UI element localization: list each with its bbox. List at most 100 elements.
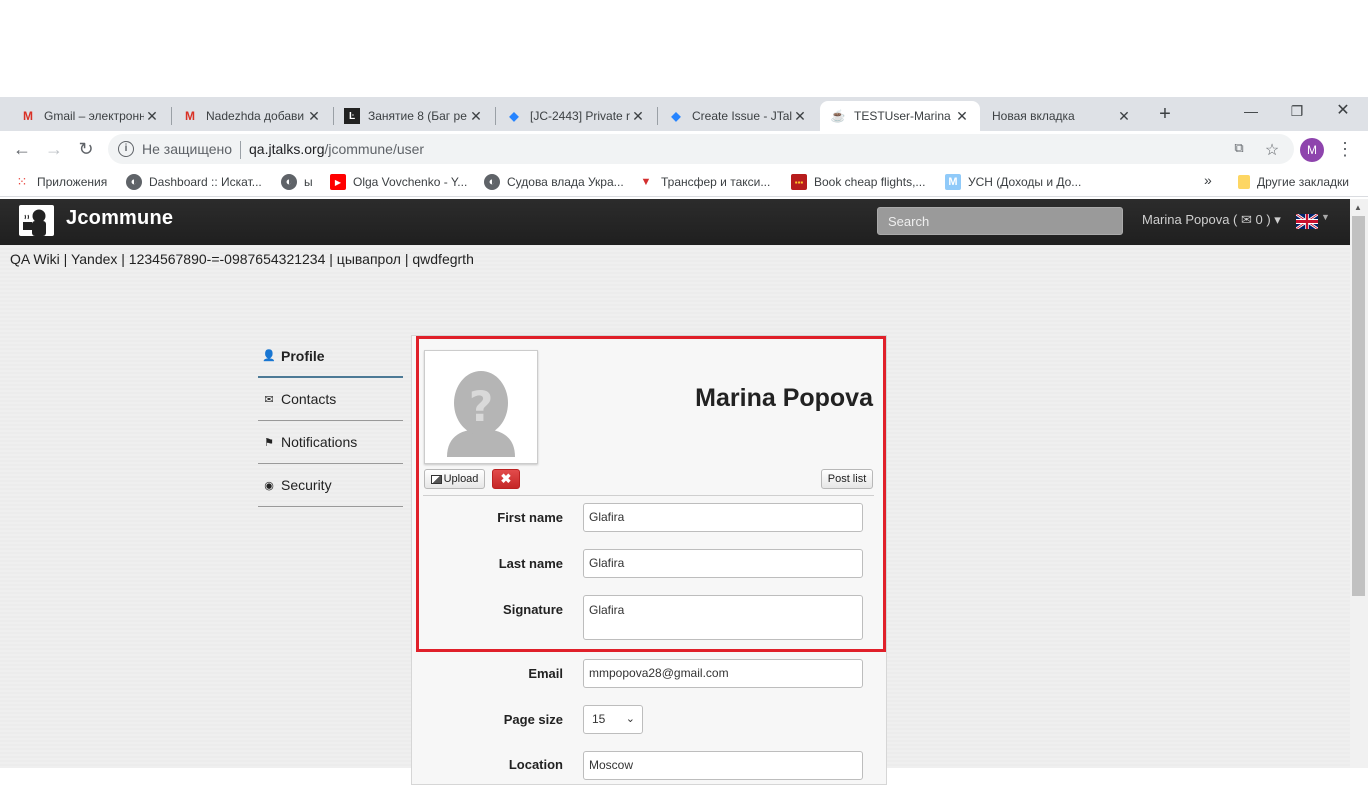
bookmark-label: Другие закладки xyxy=(1257,175,1349,189)
tab-lesson[interactable]: Ŀ Занятие 8 (Баг ре ✕ xyxy=(334,101,494,131)
restore-button[interactable]: ❐ xyxy=(1274,97,1320,127)
highlight-frame xyxy=(416,336,886,652)
bookmark-label: УСН (Доходы и До... xyxy=(968,175,1082,189)
bookmark-label: Трансфер и такси... xyxy=(661,175,771,189)
omnibox-divider xyxy=(240,141,241,159)
location-label: Location xyxy=(508,757,563,772)
close-icon[interactable]: ✕ xyxy=(468,108,484,125)
bookmark-label: Book cheap flights,... xyxy=(814,175,926,189)
chevron-down-icon: ⌄ xyxy=(625,713,635,725)
m-icon: M xyxy=(945,174,961,190)
close-window-button[interactable]: ✕ xyxy=(1320,97,1366,127)
close-icon[interactable]: ✕ xyxy=(144,108,160,125)
tab-jira-2[interactable]: ◆ Create Issue - JTalk ✕ xyxy=(658,101,818,131)
chevron-down-icon[interactable]: ▼ xyxy=(1321,212,1330,222)
tab-title: Nadezhda добави xyxy=(206,109,305,123)
tab-new[interactable]: Новая вкладка ✕ xyxy=(982,101,1142,131)
sidemenu-label: Contacts xyxy=(281,391,337,407)
page-size-label: Page size xyxy=(503,712,563,727)
sidemenu-item-notifications[interactable]: ⚑ Notifications xyxy=(258,421,403,464)
coffee-icon: ☕ xyxy=(830,109,846,123)
scroll-up-icon[interactable]: ▲ xyxy=(1354,203,1362,212)
transfer-icon: ▼ xyxy=(640,176,652,188)
bookmark-label: ы xyxy=(304,175,313,189)
new-tab-button[interactable]: + xyxy=(1153,103,1177,127)
bookmark-youtube[interactable]: ▶ Olga Vovchenko - Y... xyxy=(330,173,467,191)
lesson-icon: Ŀ xyxy=(344,108,360,124)
sidemenu-item-profile[interactable]: 👤 Profile xyxy=(258,335,403,378)
tab-title: Gmail – электронн xyxy=(44,109,144,123)
close-icon[interactable]: ✕ xyxy=(1116,108,1132,125)
tab-gmail-2[interactable]: M Nadezhda добави ✕ xyxy=(172,101,332,131)
site-navbar: Jcommune Search Marina Popova ( ✉ 0 ) ▾ … xyxy=(0,199,1350,245)
tab-title: TESTUser-Marina P xyxy=(854,109,954,123)
tab-title: [JC-2443] Private r xyxy=(530,109,630,123)
envelope-icon: ✉ xyxy=(264,393,274,406)
folder-icon xyxy=(1238,175,1250,189)
translate-icon[interactable]: ⧉ xyxy=(1229,140,1249,160)
gmail-icon: M xyxy=(23,109,33,123)
close-icon[interactable]: ✕ xyxy=(630,108,646,125)
youtube-icon: ▶ xyxy=(330,174,346,190)
url-path: /jcommune/user xyxy=(324,141,425,157)
tab-title: Create Issue - JTalk xyxy=(692,109,792,123)
bookmark-label: Приложения xyxy=(37,175,108,189)
logo-icon[interactable] xyxy=(19,205,54,236)
url-text[interactable]: qa.jtalks.org/jcommune/user xyxy=(249,141,424,157)
user-menu[interactable]: Marina Popova ( ✉ 0 ) ▾ xyxy=(1142,212,1281,228)
security-status[interactable]: Не защищено xyxy=(142,141,232,157)
flights-icon: ▪▪▪ xyxy=(791,174,807,190)
info-icon[interactable]: i xyxy=(118,141,134,157)
tab-title: Занятие 8 (Баг ре xyxy=(368,109,467,123)
sidemenu-label: Notifications xyxy=(281,434,358,450)
back-icon[interactable]: ← xyxy=(10,137,34,161)
globe-icon: ◐ xyxy=(484,174,500,190)
close-icon[interactable]: ✕ xyxy=(792,108,808,125)
tab-jira-1[interactable]: ◆ [JC-2443] Private r ✕ xyxy=(496,101,656,131)
bookmark-usn[interactable]: M УСН (Доходы и До... xyxy=(945,173,1081,191)
bookmark-dashboard[interactable]: ◐ Dashboard :: Искат... xyxy=(126,173,262,191)
flag-icon: ⚑ xyxy=(264,436,274,449)
sidemenu-item-contacts[interactable]: ✉ Contacts xyxy=(258,378,403,421)
globe-icon: ◐ xyxy=(126,174,142,190)
jira-icon: ◆ xyxy=(671,109,681,123)
site-logo-text[interactable]: Jcommune xyxy=(66,207,173,230)
close-icon[interactable]: ✕ xyxy=(954,108,970,125)
tab-title: Новая вкладка xyxy=(992,109,1075,123)
forward-icon[interactable]: → xyxy=(42,137,66,161)
page-size-select[interactable]: 15 ⌄ xyxy=(583,705,643,734)
bookmark-flights[interactable]: ▪▪▪ Book cheap flights,... xyxy=(791,173,925,191)
sidemenu-item-security[interactable]: ◉ Security xyxy=(258,464,403,507)
email-field[interactable]: mmpopova28@gmail.com xyxy=(583,659,863,688)
star-icon[interactable]: ☆ xyxy=(1262,140,1282,160)
sidemenu-label: Profile xyxy=(281,347,325,364)
bookmark-apps[interactable]: ⁙ Приложения xyxy=(14,173,108,191)
minimize-button[interactable]: — xyxy=(1228,97,1274,127)
bookmark-y[interactable]: ◐ ы xyxy=(281,173,313,191)
menu-icon[interactable]: ⋮ xyxy=(1336,139,1354,160)
profile-avatar[interactable]: M xyxy=(1300,138,1324,162)
uk-flag-icon[interactable] xyxy=(1296,214,1318,229)
bookmark-court[interactable]: ◐ Судова влада Укра... xyxy=(484,173,624,191)
tab-gmail-1[interactable]: M Gmail – электронн ✕ xyxy=(10,101,170,131)
search-input[interactable]: Search xyxy=(877,207,1123,235)
apps-icon: ⁙ xyxy=(16,174,28,189)
close-icon[interactable]: ✕ xyxy=(306,108,322,125)
email-label: Email xyxy=(528,666,563,681)
external-links[interactable]: QA Wiki | Yandex | 1234567890-=-09876543… xyxy=(10,251,474,267)
sidemenu-label: Security xyxy=(281,477,332,493)
reload-icon[interactable]: ↻ xyxy=(74,137,98,161)
page-size-value: 15 xyxy=(592,712,606,726)
gmail-icon: M xyxy=(185,109,195,123)
jira-icon: ◆ xyxy=(509,109,519,123)
bookmark-transfer[interactable]: ▼ Трансфер и такси... xyxy=(638,173,771,191)
bookmark-label: Судова влада Укра... xyxy=(507,175,624,189)
bookmark-label: Olga Vovchenko - Y... xyxy=(353,175,468,189)
other-bookmarks[interactable]: Другие закладки xyxy=(1238,173,1349,191)
bookmarks-overflow-button[interactable]: » xyxy=(1204,172,1212,188)
bookmark-label: Dashboard :: Искат... xyxy=(149,175,262,189)
profile-sidemenu: 👤 Profile ✉ Contacts ⚑ Notifications ◉ S… xyxy=(258,335,403,507)
tab-active-testuser[interactable]: ☕ TESTUser-Marina P ✕ xyxy=(820,101,980,131)
location-field[interactable]: Moscow xyxy=(583,751,863,780)
scrollbar-thumb[interactable] xyxy=(1352,216,1365,596)
